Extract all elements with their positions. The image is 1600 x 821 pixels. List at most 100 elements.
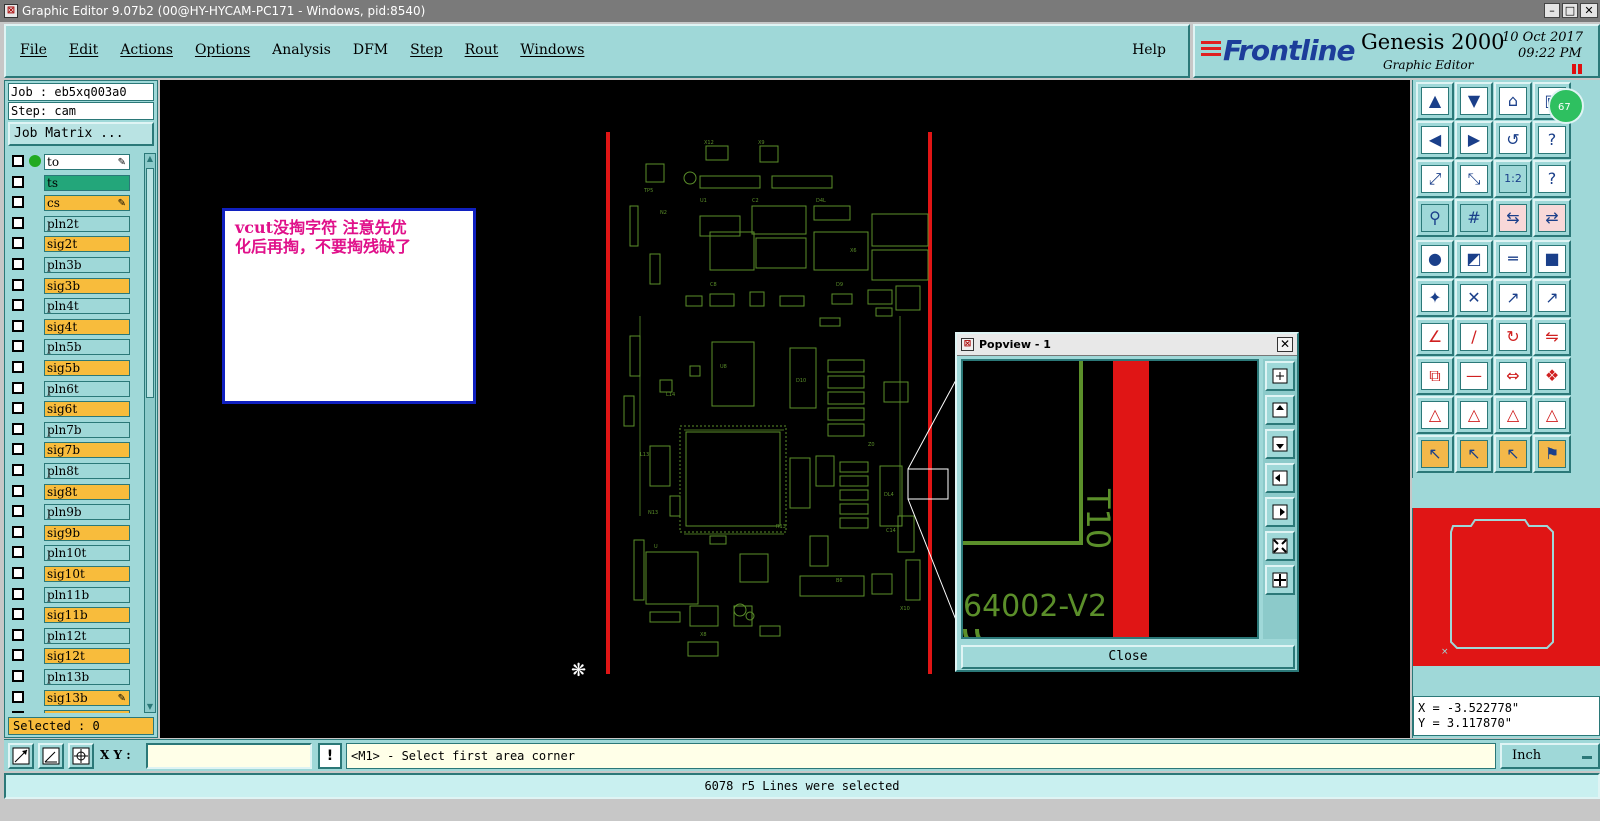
pan-left-icon[interactable]: ◀ — [1416, 121, 1454, 159]
select-net-icon[interactable]: ⚑ — [1533, 435, 1571, 473]
layer-name[interactable]: sig11b — [44, 607, 130, 624]
menu-options[interactable]: Options — [195, 42, 250, 58]
layer-checkbox[interactable] — [12, 258, 24, 270]
menu-analysis[interactable]: Analysis — [272, 42, 331, 58]
layer-checkbox[interactable] — [12, 340, 24, 353]
menu-dfm[interactable]: DFM — [353, 42, 388, 58]
layer-checkbox[interactable] — [12, 175, 24, 188]
layer-checkbox[interactable] — [12, 361, 24, 373]
layer-row[interactable]: pln4t — [8, 297, 142, 315]
layer-row[interactable]: sig11b — [8, 606, 142, 624]
layer-name[interactable]: ts — [44, 174, 130, 191]
xy-input[interactable] — [146, 743, 312, 769]
layer-name[interactable]: pln9b — [44, 504, 130, 521]
move-icon[interactable]: ↗ — [1494, 279, 1532, 317]
layer-row[interactable]: pln2t — [8, 215, 142, 233]
layer-name[interactable]: pln6t — [44, 380, 130, 397]
group-icon[interactable]: ❖ — [1533, 357, 1571, 395]
menu-file[interactable]: File — [20, 42, 47, 58]
popview-zoom-in-button[interactable] — [1265, 565, 1295, 595]
layer-checkbox[interactable] — [12, 670, 24, 682]
delete-icon[interactable]: ✕ — [1455, 279, 1493, 317]
layer-checkbox[interactable] — [12, 319, 24, 332]
job-matrix-button[interactable]: Job Matrix ... — [8, 122, 154, 146]
layer-row[interactable]: ss✎ — [8, 709, 142, 713]
popview-close-icon[interactable]: ✕ — [1277, 337, 1293, 352]
layer-name[interactable]: pln13b — [44, 669, 130, 685]
layer-checkbox[interactable] — [12, 443, 24, 456]
layer-name[interactable]: to ✎ — [44, 154, 130, 170]
layer-row[interactable]: to ✎ — [8, 153, 142, 171]
layer-row[interactable]: pln12t — [8, 627, 142, 645]
layer-checkbox[interactable] — [12, 690, 24, 703]
route-alt-icon[interactable]: ⇄ — [1533, 199, 1571, 237]
layer-name[interactable]: ss✎ — [44, 710, 130, 713]
layer-row[interactable]: sig5b — [8, 359, 142, 377]
layer-checkbox[interactable] — [12, 628, 24, 641]
line-icon[interactable]: ∠ — [1416, 318, 1454, 356]
popview-pan-left-button[interactable] — [1265, 463, 1295, 493]
popview-pan-down-button[interactable] — [1265, 429, 1295, 459]
layer-name[interactable]: pln7b — [44, 421, 130, 438]
net-icon[interactable]: ✦ — [1416, 279, 1454, 317]
layer-checkbox[interactable] — [12, 649, 24, 662]
layer-name[interactable]: sig2t — [44, 236, 130, 253]
popview-titlebar[interactable]: ⊠ Popview - 1 ✕ — [957, 334, 1297, 356]
layer-row[interactable]: pln9b — [8, 503, 142, 521]
select-arrow-icon[interactable]: ↖ — [1416, 435, 1454, 473]
layer-name[interactable]: sig7b — [44, 442, 130, 459]
layer-checkbox[interactable] — [12, 237, 24, 250]
layer-checkbox[interactable] — [12, 484, 24, 497]
board-minimap[interactable]: × — [1413, 508, 1600, 666]
layer-name[interactable]: cs ✎ — [44, 195, 130, 212]
popview-pan-up-button[interactable] — [1265, 395, 1295, 425]
layer-row[interactable]: pln8t — [8, 462, 142, 480]
scroll-down-icon[interactable]: ▼ — [145, 702, 155, 712]
help-query-icon[interactable]: ? — [1533, 160, 1571, 198]
select-box-icon[interactable]: ↖ — [1455, 435, 1493, 473]
popview-zoom-home-button[interactable] — [1265, 361, 1295, 391]
layer-checkbox[interactable] — [12, 299, 24, 312]
layer-name[interactable]: pln8t — [44, 463, 130, 479]
layer-name[interactable]: pln12t — [44, 627, 130, 644]
layer-checkbox[interactable] — [12, 381, 24, 394]
layer-checkbox[interactable] — [12, 608, 24, 621]
layer-checkbox[interactable] — [12, 464, 24, 476]
zoom-back-icon[interactable]: ↺ — [1494, 121, 1532, 159]
layer-checkbox[interactable] — [12, 587, 24, 600]
layer-checkbox[interactable] — [12, 567, 24, 579]
question-icon[interactable]: ? — [1533, 121, 1571, 159]
triangle-alt-icon[interactable]: △ — [1494, 396, 1532, 434]
menu-rout[interactable]: Rout — [465, 42, 499, 58]
popview-canvas[interactable]: T10 64002-V2 — [961, 359, 1259, 639]
triangle-edge-icon[interactable]: △ — [1533, 396, 1571, 434]
stretch-icon[interactable]: ⇔ — [1494, 357, 1532, 395]
popview-zoom-out-button[interactable] — [1265, 531, 1295, 561]
page-up-icon[interactable]: ▲ — [1416, 82, 1454, 120]
menu-edit[interactable]: Edit — [69, 42, 98, 58]
layer-row[interactable]: ts — [8, 174, 142, 192]
layer-row[interactable]: sig2t — [8, 235, 142, 253]
layer-scrollbar[interactable]: ▲ ▼ — [144, 153, 156, 713]
layer-name[interactable]: sig12t — [44, 648, 130, 665]
layer-row[interactable]: pln7b — [8, 421, 142, 439]
layer-row[interactable]: sig6t — [8, 400, 142, 418]
layer-row[interactable]: sig10t — [8, 565, 142, 583]
layer-name[interactable]: sig8t — [44, 483, 130, 500]
move-alt-icon[interactable]: ↗ — [1533, 279, 1571, 317]
layer-checkbox[interactable] — [12, 196, 24, 209]
layer-checkbox[interactable] — [12, 546, 24, 559]
layer-row[interactable]: pln11b — [8, 586, 142, 604]
layer-name[interactable]: sig3b — [44, 277, 130, 294]
layer-name[interactable]: pln2t — [44, 215, 130, 232]
layer-row[interactable]: sig12t — [8, 647, 142, 665]
zoom-out-icon[interactable]: ⤢ — [1416, 160, 1454, 198]
triangle-icon[interactable]: △ — [1416, 396, 1454, 434]
select-poly-icon[interactable]: ↖ — [1494, 435, 1532, 473]
layer-row[interactable]: sig3b — [8, 277, 142, 295]
triangle-red-icon[interactable]: △ — [1455, 396, 1493, 434]
grid-mode-button[interactable] — [68, 743, 94, 769]
fill-icon[interactable]: ■ — [1533, 240, 1571, 278]
page-down-icon[interactable]: ▼ — [1455, 82, 1493, 120]
layer-name[interactable]: sig9b — [44, 524, 130, 541]
